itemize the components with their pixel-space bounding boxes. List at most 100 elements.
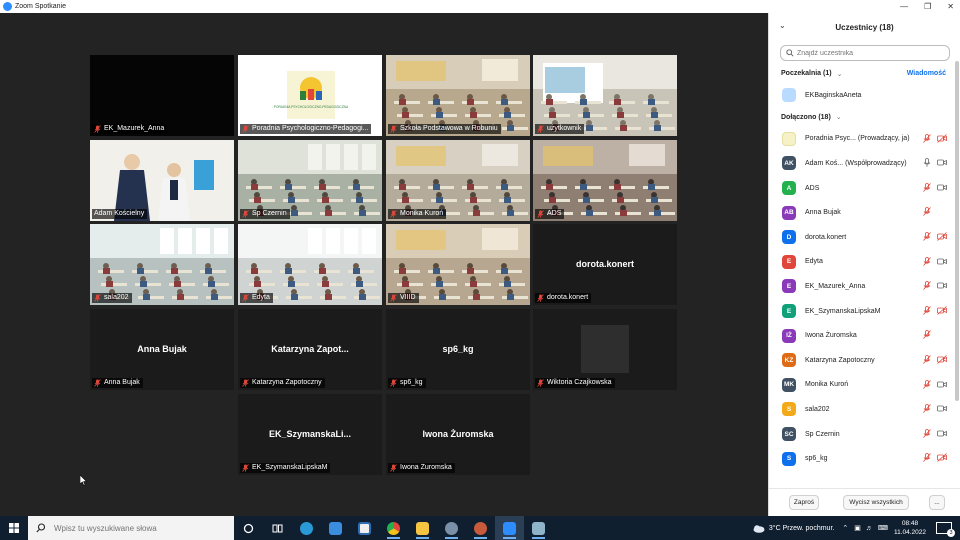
muted-mic-icon[interactable] bbox=[922, 453, 932, 463]
app-9[interactable] bbox=[466, 516, 495, 540]
system-tray: 3°C Przew. pochmur. ⌃ ▣ ♬ ⌨ 08:48 11.04.… bbox=[752, 516, 960, 540]
tile-name-label: Monika Kuroń bbox=[388, 209, 447, 219]
edge-app[interactable] bbox=[292, 516, 321, 540]
muted-mic-icon[interactable] bbox=[922, 281, 932, 290]
participant-row[interactable]: Ddorota.konert bbox=[769, 225, 960, 250]
participant-row[interactable]: EKBaginskaAneta bbox=[769, 83, 960, 108]
zoom-app[interactable] bbox=[495, 516, 524, 540]
video-tile[interactable]: EK_Mazurek_Anna bbox=[90, 55, 234, 136]
app-11[interactable] bbox=[524, 516, 553, 540]
muted-mic-icon[interactable] bbox=[922, 305, 932, 315]
waiting-room-section[interactable]: Poczekalnia (1) ⌄ Wiadomość bbox=[769, 64, 960, 83]
participant-row[interactable]: E EK_Mazurek_Anna bbox=[769, 274, 960, 299]
muted-mic-icon[interactable] bbox=[922, 232, 932, 241]
video-tile[interactable]: Edyta bbox=[238, 224, 382, 305]
video-off-icon[interactable] bbox=[937, 232, 947, 241]
video-icon[interactable] bbox=[937, 404, 947, 413]
participant-row[interactable]: E EK_SzymanskaLipskaM bbox=[769, 299, 960, 324]
participants-scrollbar[interactable] bbox=[955, 61, 959, 401]
volume-icon[interactable]: ♬ bbox=[866, 525, 873, 532]
video-off-icon[interactable] bbox=[937, 453, 947, 463]
video-icon[interactable] bbox=[937, 429, 947, 438]
task-view-icon-button[interactable] bbox=[263, 516, 292, 540]
participant-row[interactable]: A ADS bbox=[769, 176, 960, 201]
video-tile[interactable]: użytkownik bbox=[533, 55, 677, 136]
video-tile[interactable]: dorota.konert dorota.konert bbox=[533, 224, 677, 305]
chevron-down-icon[interactable]: ⌄ bbox=[836, 113, 842, 121]
close-icon[interactable]: ✕ bbox=[947, 2, 954, 11]
taskbar-search[interactable] bbox=[28, 516, 234, 540]
chevron-down-icon[interactable]: ⌄ bbox=[837, 70, 843, 78]
more-options-button[interactable]: ... bbox=[929, 495, 945, 510]
muted-mic-icon[interactable] bbox=[922, 355, 932, 364]
collapse-chevron-icon[interactable]: ⌄ bbox=[779, 21, 786, 30]
participant-row[interactable]: MK Monika Kuroń bbox=[769, 373, 960, 398]
notifications-button[interactable]: 3 bbox=[936, 522, 955, 537]
muted-mic-icon[interactable] bbox=[922, 330, 932, 340]
video-tile[interactable]: sala202 bbox=[90, 224, 234, 305]
muted-mic-icon[interactable] bbox=[922, 379, 932, 389]
video-tile[interactable]: sp6_kg sp6_kg bbox=[386, 309, 530, 390]
video-tile[interactable]: Anna Bujak Anna Bujak bbox=[90, 309, 234, 390]
task-view-button[interactable] bbox=[234, 516, 263, 540]
minimize-icon[interactable]: — bbox=[900, 2, 908, 11]
mail-app[interactable] bbox=[321, 516, 350, 540]
network-icon[interactable]: ▣ bbox=[854, 524, 861, 532]
joined-section[interactable]: Dołączono (18) ⌄ bbox=[769, 108, 960, 127]
muted-mic-icon[interactable] bbox=[922, 182, 932, 192]
maximize-icon[interactable]: ❐ bbox=[924, 2, 931, 11]
video-tile[interactable]: Monika Kuroń bbox=[386, 140, 530, 221]
participant-row[interactable]: Poradnia Psyc... (Prowadzący, ja) bbox=[769, 127, 960, 152]
mute-all-button[interactable]: Wycisz wszystkich bbox=[843, 495, 909, 510]
video-tile[interactable]: Katarzyna Zapot... Katarzyna Zapotoczny bbox=[238, 309, 382, 390]
app-8[interactable] bbox=[437, 516, 466, 540]
store-app[interactable] bbox=[350, 516, 379, 540]
video-icon[interactable] bbox=[937, 257, 947, 266]
video-tile[interactable]: Wiktoria Czajkowska bbox=[533, 309, 677, 390]
keyboard-icon[interactable]: ⌨ bbox=[878, 524, 888, 532]
chevron-up-icon[interactable]: ⌃ bbox=[842, 524, 848, 532]
muted-mic-icon bbox=[537, 294, 544, 302]
muted-mic-icon[interactable] bbox=[922, 133, 932, 143]
muted-mic-icon[interactable] bbox=[922, 207, 932, 217]
video-icon[interactable] bbox=[937, 158, 947, 167]
video-tile[interactable]: Iwona Żuromska Iwona Żuromska bbox=[386, 394, 530, 475]
muted-mic-icon[interactable] bbox=[922, 428, 932, 438]
muted-mic-icon[interactable] bbox=[922, 404, 932, 413]
video-tile[interactable]: Szkoła Podstawowa w Robuniu bbox=[386, 55, 530, 136]
file-explorer-app[interactable] bbox=[408, 516, 437, 540]
video-icon[interactable] bbox=[937, 380, 947, 389]
video-tile[interactable]: Adam Kościelny bbox=[90, 140, 234, 221]
video-off-icon[interactable] bbox=[937, 133, 947, 143]
video-tile[interactable]: PORADNIA PSYCHOLOGICZNO-PEDAGOGICZNA Pora… bbox=[238, 55, 382, 136]
weather-widget[interactable]: 3°C Przew. pochmur. bbox=[752, 524, 834, 533]
start-button[interactable] bbox=[0, 516, 28, 540]
chrome-app[interactable] bbox=[379, 516, 408, 540]
video-off-icon[interactable] bbox=[937, 305, 947, 315]
video-icon[interactable] bbox=[937, 281, 947, 290]
participant-row[interactable]: IŻ Iwona Żuromska bbox=[769, 323, 960, 348]
muted-mic-icon[interactable] bbox=[922, 256, 932, 266]
clock[interactable]: 08:48 11.04.2022 bbox=[894, 519, 926, 537]
video-tile[interactable]: EK_SzymanskaLi... EK_SzymanskaLipskaM bbox=[238, 394, 382, 475]
mic-icon[interactable] bbox=[922, 158, 932, 167]
participant-row[interactable]: E Edyta bbox=[769, 250, 960, 275]
video-tile[interactable]: VIIID bbox=[386, 224, 530, 305]
participant-row[interactable]: AK Adam Koś... (Współprowadzący) bbox=[769, 151, 960, 176]
video-off-icon[interactable] bbox=[937, 355, 947, 364]
participant-row[interactable]: AB Anna Bujak bbox=[769, 200, 960, 225]
participant-row[interactable]: KZ Katarzyna Zapotoczny bbox=[769, 348, 960, 373]
participant-search-input[interactable] bbox=[797, 49, 947, 57]
participant-row[interactable]: Ssala202 bbox=[769, 397, 960, 422]
participant-search[interactable] bbox=[780, 45, 950, 61]
taskbar-search-input[interactable] bbox=[54, 523, 224, 533]
video-tile[interactable]: ADS bbox=[533, 140, 677, 221]
participant-row[interactable]: SC Sp Czernin bbox=[769, 422, 960, 447]
video-tile[interactable]: Sp Czernin bbox=[238, 140, 382, 221]
tile-name-label: użytkownik bbox=[535, 124, 585, 134]
invite-button[interactable]: Zaproś bbox=[789, 495, 819, 510]
video-icon[interactable] bbox=[937, 183, 947, 192]
participant-row[interactable]: Ssp6_kg bbox=[769, 446, 960, 471]
message-waiting-room-button[interactable]: Wiadomość bbox=[907, 70, 946, 77]
tile-name-text: Poradnia Psychologiczno-Pedagogi... bbox=[252, 125, 369, 132]
